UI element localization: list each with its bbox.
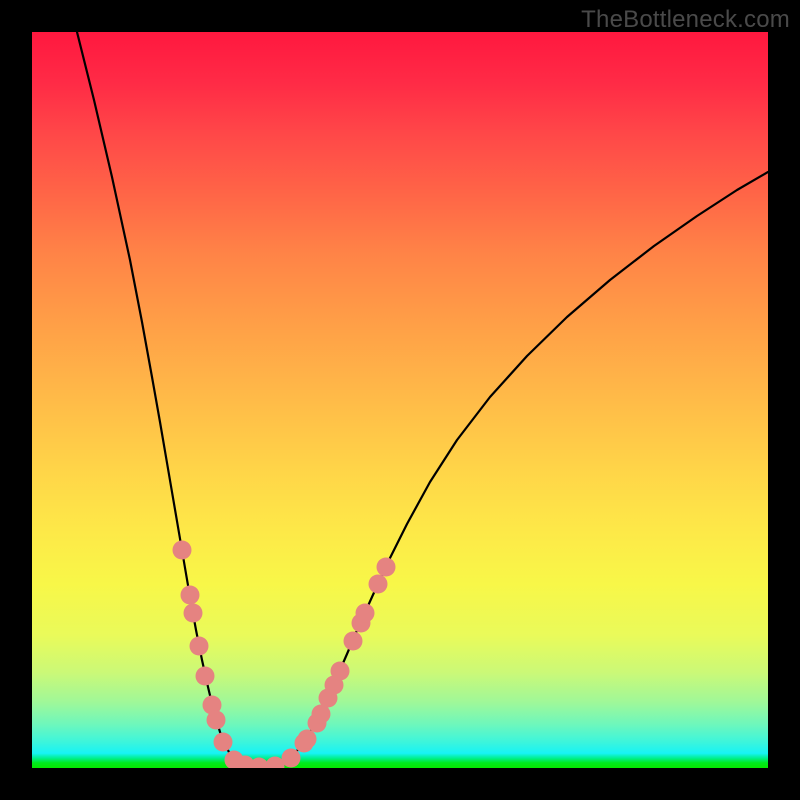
curve-marker-dot bbox=[298, 730, 317, 749]
bottleneck-curve bbox=[77, 32, 768, 767]
curve-marker-dot bbox=[369, 575, 388, 594]
watermark-text: TheBottleneck.com bbox=[581, 6, 790, 34]
curve-marker-dot bbox=[196, 667, 215, 686]
chart-svg bbox=[32, 32, 768, 768]
curve-marker-dot bbox=[331, 662, 350, 681]
curve-marker-dot bbox=[214, 733, 233, 752]
chart-frame: TheBottleneck.com bbox=[0, 0, 800, 800]
curve-marker-dot bbox=[173, 541, 192, 560]
curve-marker-dot bbox=[356, 604, 375, 623]
curve-marker-dot bbox=[184, 604, 203, 623]
curve-marker-dot bbox=[207, 711, 226, 730]
curve-marker-dot bbox=[282, 749, 301, 768]
curve-marker-dot bbox=[344, 632, 363, 651]
curve-marker-dot bbox=[377, 558, 396, 577]
curve-marker-dot bbox=[190, 637, 209, 656]
curve-markers bbox=[173, 541, 396, 769]
curve-marker-dot bbox=[181, 586, 200, 605]
plot-area bbox=[32, 32, 768, 768]
